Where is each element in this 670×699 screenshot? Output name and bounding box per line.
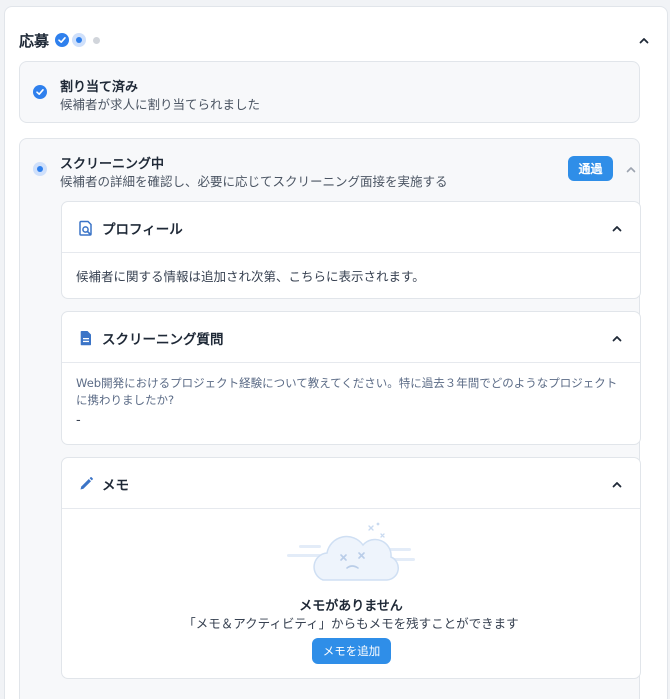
- profile-panel-header[interactable]: プロフィール: [62, 202, 640, 253]
- check-icon: [33, 85, 47, 99]
- empty-cloud-illustration: [285, 520, 419, 588]
- profile-panel-title: プロフィール: [102, 222, 183, 238]
- screening-question: Web開発におけるプロジェクト経験について教えてください。特に過去３年間でどのよ…: [76, 376, 618, 407]
- step-indicator-pending: [93, 36, 101, 44]
- memo-panel: メモ メモがありません 「メモ＆アクティビティ」からもメモを残すことができます …: [61, 457, 641, 679]
- step-indicator-current: [72, 33, 87, 47]
- add-memo-button[interactable]: メモを追加: [312, 638, 391, 664]
- profile-panel: プロフィール 候補者に関する情報は追加され次第、こちらに表示されます。: [61, 201, 641, 299]
- screening-questions-panel: スクリーニング質問 Web開発におけるプロジェクト経験について教えてください。特…: [61, 311, 641, 445]
- step-collapse-chevron-up-icon[interactable]: [624, 162, 638, 176]
- memo-panel-header[interactable]: メモ: [62, 458, 640, 509]
- step-title: スクリーニング中: [60, 157, 165, 172]
- step-title: 割り当て済み: [60, 80, 139, 95]
- step-description: 候補者の詳細を確認し、必要に応じてスクリーニング面接を実施する: [60, 174, 448, 189]
- pass-button[interactable]: 通過: [568, 156, 613, 181]
- profile-empty-text: 候補者に関する情報は追加され次第、こちらに表示されます。: [76, 269, 425, 284]
- memo-empty-description: 「メモ＆アクティビティ」からもメモを残すことができます: [183, 616, 519, 631]
- section-title: 応募: [19, 31, 50, 50]
- step-indicator-done: [55, 33, 70, 47]
- chevron-up-icon[interactable]: [610, 331, 624, 345]
- pencil-icon: [78, 476, 94, 492]
- step-screening: スクリーニング中 候補者の詳細を確認し、必要に応じてスクリーニング面接を実施する…: [19, 138, 641, 699]
- profile-search-icon: [78, 220, 94, 236]
- chevron-up-icon[interactable]: [610, 221, 624, 235]
- document-icon: [78, 330, 94, 346]
- section-collapse-chevron-up-icon[interactable]: [637, 33, 651, 47]
- application-section: 応募 割り当て済み 候補者が求人に割り当てられました スクリーニング中 候補者の…: [4, 6, 668, 699]
- step-assigned: 割り当て済み 候補者が求人に割り当てられました: [19, 61, 640, 123]
- current-step-icon: [33, 162, 47, 176]
- section-header: 応募: [19, 27, 103, 53]
- screening-panel-title: スクリーニング質問: [102, 332, 224, 348]
- memo-panel-title: メモ: [102, 478, 129, 494]
- memo-empty-title: メモがありません: [299, 599, 403, 614]
- screening-panel-header[interactable]: スクリーニング質問: [62, 312, 640, 363]
- chevron-up-icon[interactable]: [610, 477, 624, 491]
- screening-answer: -: [76, 413, 81, 428]
- step-description: 候補者が求人に割り当てられました: [60, 97, 261, 112]
